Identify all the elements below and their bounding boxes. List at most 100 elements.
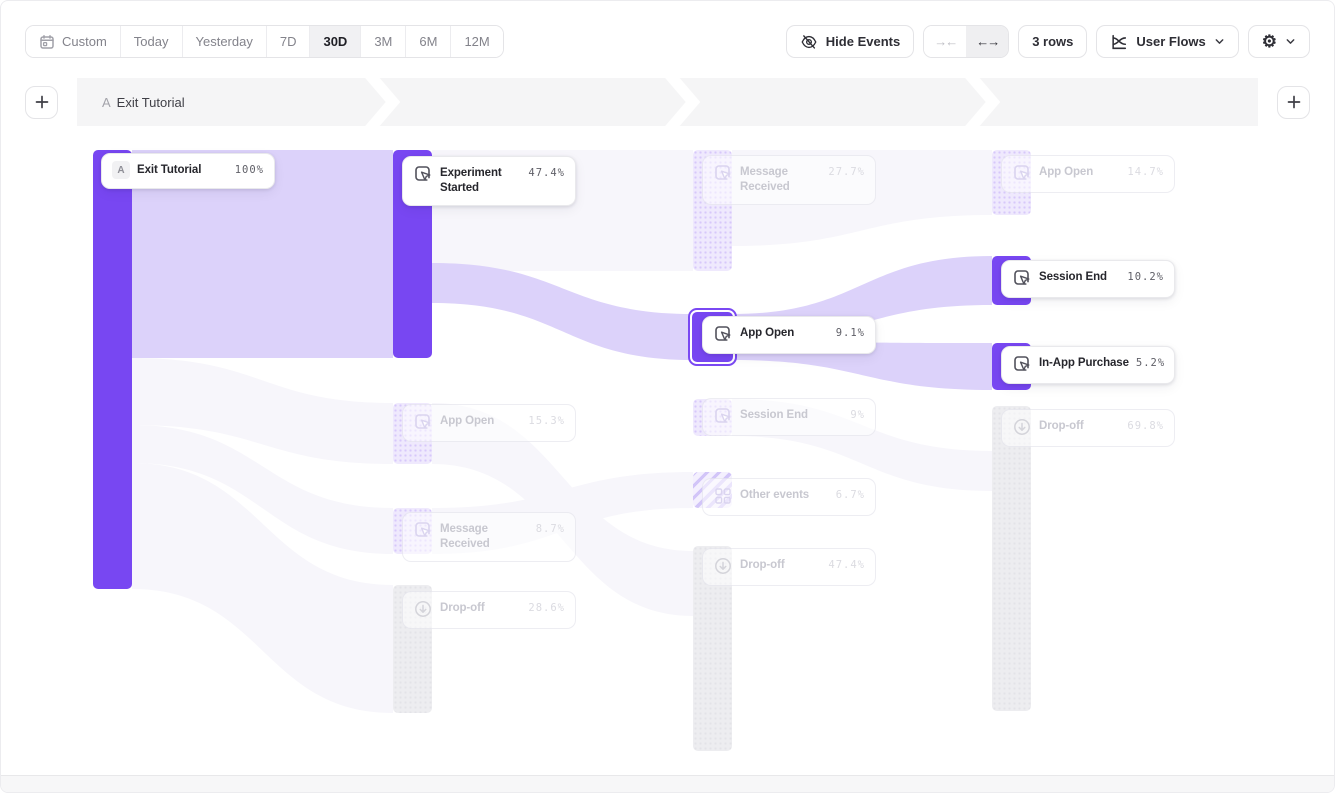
link-exit-to-dropoff2[interactable]: [132, 463, 393, 713]
event-icon: [713, 324, 733, 344]
event-icon: [1012, 163, 1032, 183]
node-label: Exit Tutorial: [137, 163, 228, 178]
toolbar: Custom Today Yesterday 7D 30D 3M 6M 12M …: [25, 25, 1310, 58]
node-percent: 9.1%: [836, 326, 865, 341]
node-card-app-open-4[interactable]: App Open 14.7%: [1001, 155, 1175, 193]
date-range-7d[interactable]: 7D: [266, 26, 310, 57]
node-label: Other events: [740, 488, 829, 503]
flow-step-header: A Exit Tutorial: [25, 78, 1310, 126]
eye-off-icon: [800, 33, 818, 51]
event-icon: [713, 406, 733, 426]
node-bar-drop-off-4[interactable]: [992, 406, 1031, 711]
date-range-label: 3M: [374, 34, 392, 49]
chart-type-dropdown[interactable]: User Flows: [1096, 25, 1238, 58]
step-name[interactable]: A Exit Tutorial: [102, 78, 185, 126]
node-percent: 6.7%: [836, 488, 865, 503]
date-range-6m[interactable]: 6M: [405, 26, 450, 57]
node-label: Session End: [1039, 270, 1120, 285]
chart-type-label: User Flows: [1136, 34, 1205, 49]
rows-label: 3 rows: [1032, 34, 1073, 49]
collapse-expand-toggle: →← ←→: [923, 25, 1009, 58]
node-label: Experiment Started: [440, 166, 521, 196]
user-flows-icon: [1110, 33, 1128, 51]
node-card-message-received-3[interactable]: Message Received 27.7%: [702, 155, 876, 205]
node-card-session-end-3[interactable]: Session End 9%: [702, 398, 876, 436]
node-percent: 5.2%: [1136, 356, 1165, 371]
event-icon: [713, 163, 733, 183]
hide-events-button[interactable]: Hide Events: [786, 25, 914, 58]
node-label: Drop-off: [1039, 419, 1120, 434]
event-icon: [1012, 354, 1032, 374]
node-card-other-events-3[interactable]: Other events 6.7%: [702, 478, 876, 516]
collapse-icon: →←: [934, 34, 956, 49]
other-events-icon: [713, 486, 733, 506]
node-percent: 27.7%: [828, 165, 865, 180]
node-percent: 69.8%: [1127, 419, 1164, 434]
date-range-label: 30D: [323, 34, 347, 49]
date-range-yesterday[interactable]: Yesterday: [182, 26, 266, 57]
event-icon: [413, 164, 433, 184]
node-percent: 10.2%: [1127, 270, 1164, 285]
expand-icon: ←→: [976, 34, 998, 49]
collapse-columns-button[interactable]: →←: [924, 26, 966, 57]
date-range-label: Yesterday: [196, 34, 253, 49]
add-step-left-button[interactable]: [25, 86, 58, 119]
chevron-down-icon: [1285, 36, 1296, 47]
date-range-30d[interactable]: 30D: [309, 26, 360, 57]
node-label: App Open: [740, 326, 829, 341]
node-card-app-open-3[interactable]: App Open 9.1%: [702, 316, 876, 354]
link-exit-to-appopen2[interactable]: [132, 358, 393, 464]
node-label: Message Received: [740, 165, 821, 195]
node-card-app-open-2[interactable]: App Open 15.3%: [402, 404, 576, 442]
date-range-label: 6M: [419, 34, 437, 49]
step-prefix: A: [102, 95, 111, 110]
node-card-drop-off-3[interactable]: Drop-off 47.4%: [702, 548, 876, 586]
drop-off-icon: [713, 556, 733, 576]
date-range-12m[interactable]: 12M: [450, 26, 502, 57]
node-card-drop-off-2[interactable]: Drop-off 28.6%: [402, 591, 576, 629]
node-card-session-end-4[interactable]: Session End 10.2%: [1001, 260, 1175, 298]
node-card-exit-tutorial[interactable]: A Exit Tutorial 100%: [101, 153, 275, 189]
step-chevrons: [77, 78, 1258, 126]
step-band: A Exit Tutorial: [77, 78, 1258, 126]
node-percent: 28.6%: [528, 601, 565, 616]
node-percent: 9%: [850, 408, 865, 423]
date-range-group: Custom Today Yesterday 7D 30D 3M 6M 12M: [25, 25, 504, 58]
settings-dropdown[interactable]: ⚙: [1248, 25, 1310, 58]
date-range-today[interactable]: Today: [120, 26, 182, 57]
node-card-experiment-started[interactable]: Experiment Started 47.4%: [402, 156, 576, 206]
node-card-drop-off-4[interactable]: Drop-off 69.8%: [1001, 409, 1175, 447]
node-card-in-app-purchase-4[interactable]: In-App Purchase 5.2%: [1001, 346, 1175, 384]
calendar-icon: [39, 34, 55, 50]
step-title: Exit Tutorial: [117, 95, 185, 110]
node-label: In-App Purchase: [1039, 356, 1129, 371]
node-percent: 8.7%: [536, 522, 565, 537]
hide-events-label: Hide Events: [826, 34, 900, 49]
event-icon: [413, 412, 433, 432]
node-percent: 47.4%: [528, 166, 565, 181]
node-percent: 15.3%: [528, 414, 565, 429]
node-percent: 47.4%: [828, 558, 865, 573]
event-icon: [1012, 268, 1032, 288]
rows-button[interactable]: 3 rows: [1018, 25, 1087, 58]
date-range-custom[interactable]: Custom: [26, 26, 120, 57]
node-label: Drop-off: [740, 558, 821, 573]
node-card-message-received-2[interactable]: Message Received 8.7%: [402, 512, 576, 562]
chevron-down-icon: [1214, 36, 1225, 47]
step-a-badge: A: [112, 161, 130, 179]
event-icon: [413, 520, 433, 540]
date-range-label: Custom: [62, 34, 107, 49]
node-label: App Open: [1039, 165, 1120, 180]
link-exit-to-message2[interactable]: [132, 425, 393, 554]
add-step-right-button[interactable]: [1277, 86, 1310, 119]
node-label: Drop-off: [440, 601, 521, 616]
date-range-label: 7D: [280, 34, 297, 49]
expand-columns-button[interactable]: ←→: [966, 26, 1008, 57]
date-range-label: 12M: [464, 34, 489, 49]
date-range-label: Today: [134, 34, 169, 49]
link-experiment-to-appopen3[interactable]: [432, 263, 693, 360]
node-bar-exit-tutorial[interactable]: [93, 150, 132, 589]
node-percent: 14.7%: [1127, 165, 1164, 180]
date-range-3m[interactable]: 3M: [360, 26, 405, 57]
node-label: Message Received: [440, 522, 529, 552]
